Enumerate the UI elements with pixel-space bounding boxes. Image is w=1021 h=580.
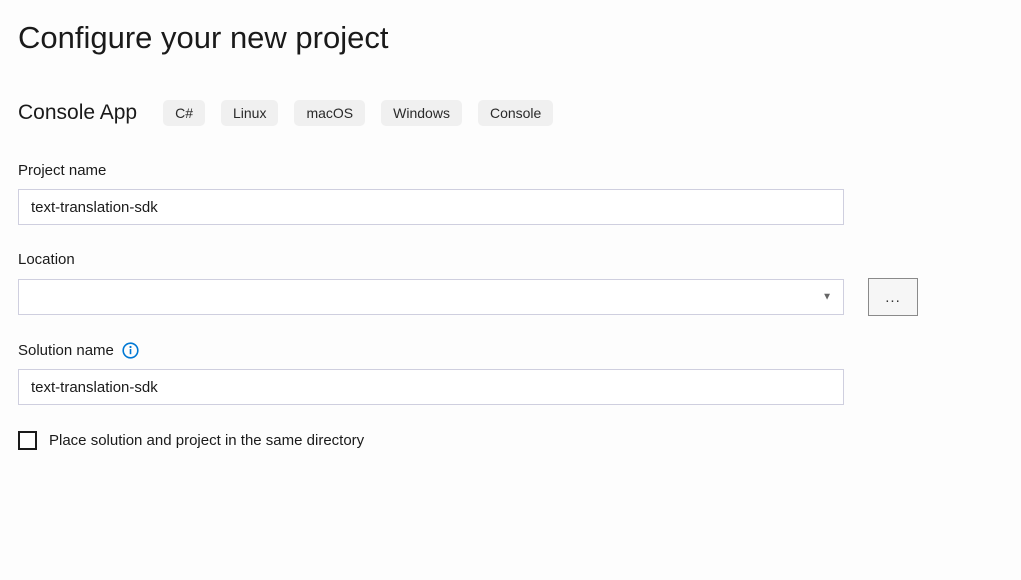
location-block: Location ▼ ... <box>18 251 1003 316</box>
template-row: Console App C# Linux macOS Windows Conso… <box>18 100 1003 126</box>
tag-csharp: C# <box>163 100 205 126</box>
project-name-block: Project name <box>18 162 1003 225</box>
info-icon[interactable] <box>122 342 139 359</box>
solution-name-label-text: Solution name <box>18 342 114 359</box>
same-directory-label: Place solution and project in the same d… <box>49 432 364 449</box>
location-label: Location <box>18 251 1003 268</box>
page-title: Configure your new project <box>18 20 1003 56</box>
project-name-label: Project name <box>18 162 1003 179</box>
same-directory-row: Place solution and project in the same d… <box>18 431 1003 450</box>
solution-name-block: Solution name <box>18 342 1003 405</box>
solution-name-label: Solution name <box>18 342 1003 359</box>
same-directory-checkbox[interactable] <box>18 431 37 450</box>
tag-linux: Linux <box>221 100 278 126</box>
solution-name-input[interactable] <box>18 369 844 405</box>
tag-console: Console <box>478 100 553 126</box>
tag-windows: Windows <box>381 100 462 126</box>
template-name: Console App <box>18 101 137 125</box>
tag-macos: macOS <box>294 100 365 126</box>
project-name-input[interactable] <box>18 189 844 225</box>
location-input[interactable] <box>18 279 844 315</box>
browse-button[interactable]: ... <box>868 278 918 316</box>
